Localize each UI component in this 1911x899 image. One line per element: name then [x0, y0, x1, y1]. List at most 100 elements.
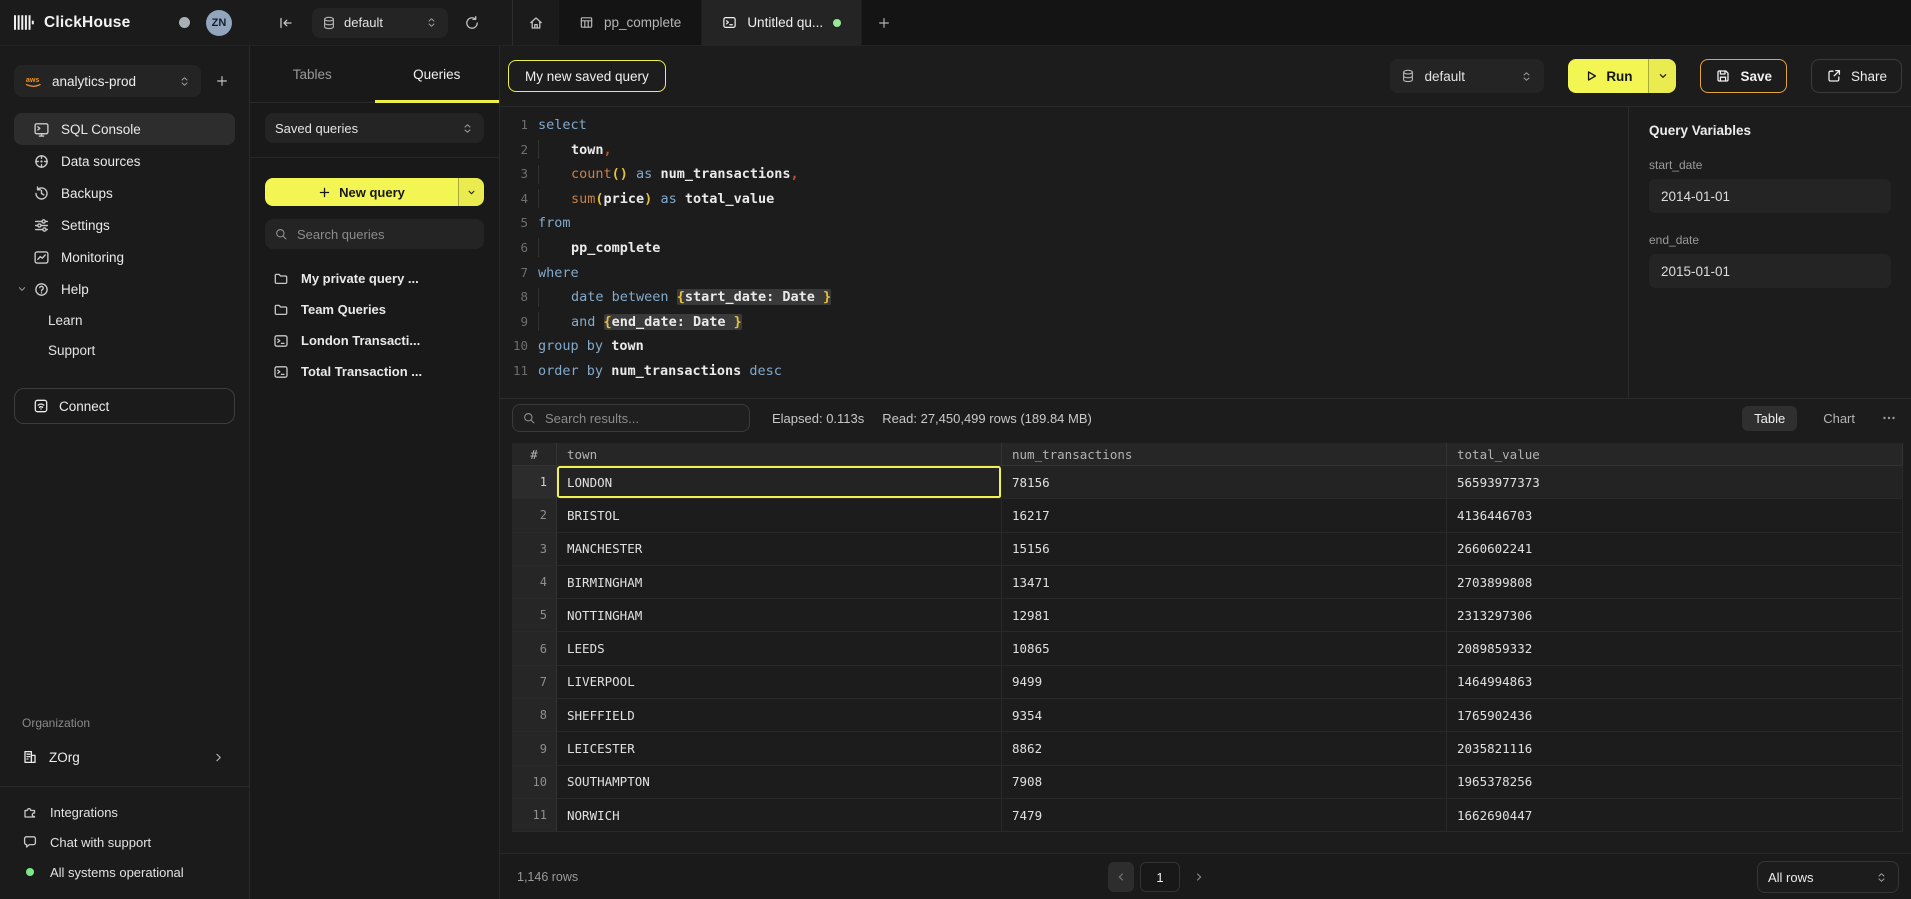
column-header-index[interactable]: # [512, 443, 557, 466]
cell-num-transactions[interactable]: 7479 [1002, 799, 1447, 832]
refresh-button[interactable] [458, 9, 486, 37]
results-more-button[interactable] [1881, 410, 1897, 426]
tab-untitled-query[interactable]: Untitled qu... [702, 0, 862, 45]
cell-total-value[interactable]: 1464994863 [1447, 666, 1903, 699]
cell-total-value[interactable]: 2313297306 [1447, 599, 1903, 632]
new-query-button[interactable]: New query [265, 178, 458, 206]
column-header-num-transactions[interactable]: num_transactions [1002, 443, 1447, 466]
cell-total-value[interactable]: 2660602241 [1447, 533, 1903, 566]
cell-town[interactable]: MANCHESTER [557, 533, 1002, 566]
list-item-team-queries[interactable]: Team Queries [265, 294, 484, 325]
table-row[interactable]: 2BRISTOL162174136446703 [512, 499, 1903, 532]
tab-tables[interactable]: Tables [250, 46, 375, 102]
cell-total-value[interactable]: 1765902436 [1447, 699, 1903, 732]
sidebar-item-backups[interactable]: Backups [14, 177, 235, 209]
sql-editor[interactable]: 1select2town,3count() as num_transaction… [500, 107, 1628, 398]
table-row[interactable]: 4BIRMINGHAM134712703899808 [512, 566, 1903, 599]
database-selector[interactable]: default [312, 8, 448, 38]
run-button[interactable]: Run [1568, 59, 1648, 93]
sidebar-item-learn[interactable]: Learn [14, 305, 235, 335]
new-tab-button[interactable] [862, 0, 906, 45]
connect-button[interactable]: Connect [14, 388, 235, 424]
cell-town[interactable]: LIVERPOOL [557, 666, 1002, 699]
cell-town[interactable]: SOUTHAMPTON [557, 766, 1002, 799]
cell-total-value[interactable]: 1965378256 [1447, 766, 1903, 799]
run-database-value: default [1424, 69, 1465, 84]
cell-total-value[interactable]: 4136446703 [1447, 499, 1903, 532]
cell-num-transactions[interactable]: 16217 [1002, 499, 1447, 532]
cell-town[interactable]: BRISTOL [557, 499, 1002, 532]
chevron-left-icon [1115, 871, 1127, 883]
tab-pp-complete[interactable]: pp_complete [559, 0, 702, 45]
cell-num-transactions[interactable]: 13471 [1002, 566, 1447, 599]
sidebar-item-sql-console[interactable]: SQL Console [14, 113, 235, 145]
sidebar-item-integrations[interactable]: Integrations [0, 797, 249, 827]
cell-num-transactions[interactable]: 7908 [1002, 766, 1447, 799]
cell-town[interactable]: LONDON [557, 466, 1002, 499]
collapse-sidebar-button[interactable] [272, 9, 300, 37]
sidebar-item-settings[interactable]: Settings [14, 209, 235, 241]
query-tab-pill[interactable]: My new saved query [508, 60, 666, 92]
cell-num-transactions[interactable]: 78156 [1002, 466, 1447, 499]
cell-num-transactions[interactable]: 12981 [1002, 599, 1447, 632]
save-button[interactable]: Save [1700, 59, 1787, 93]
cell-num-transactions[interactable]: 9354 [1002, 699, 1447, 732]
sidebar-item-chat-support[interactable]: Chat with support [0, 827, 249, 857]
tab-queries[interactable]: Queries [375, 46, 500, 102]
list-item-my-private-query[interactable]: My private query ... [265, 263, 484, 294]
run-database-selector[interactable]: default [1390, 59, 1544, 93]
table-row[interactable]: 10SOUTHAMPTON79081965378256 [512, 766, 1903, 799]
run-options-button[interactable] [1648, 59, 1676, 93]
sidebar-item-help[interactable]: Help [14, 273, 235, 305]
sidebar-item-support[interactable]: Support [14, 335, 235, 365]
search-queries-input[interactable] [295, 226, 475, 243]
cell-town[interactable]: LEEDS [557, 632, 1002, 665]
cell-total-value[interactable]: 56593977373 [1447, 466, 1903, 499]
next-page-button[interactable] [1186, 862, 1212, 892]
user-avatar[interactable]: ZN [206, 10, 232, 36]
table-row[interactable]: 8SHEFFIELD93541765902436 [512, 699, 1903, 732]
cell-town[interactable]: BIRMINGHAM [557, 566, 1002, 599]
search-results-input[interactable] [543, 410, 740, 427]
share-button[interactable]: Share [1811, 59, 1902, 93]
service-selector[interactable]: analytics-prod [14, 65, 201, 97]
end-date-input[interactable] [1649, 254, 1891, 288]
list-item-london-transactions[interactable]: London Transacti... [265, 325, 484, 356]
cell-town[interactable]: LEICESTER [557, 732, 1002, 765]
table-row[interactable]: 3MANCHESTER151562660602241 [512, 533, 1903, 566]
saved-queries-selector[interactable]: Saved queries [265, 113, 484, 143]
table-row[interactable]: 9LEICESTER88622035821116 [512, 732, 1903, 765]
list-item-total-transactions[interactable]: Total Transaction ... [265, 356, 484, 387]
table-row[interactable]: 11NORWICH74791662690447 [512, 799, 1903, 832]
home-button[interactable] [513, 15, 559, 31]
table-row[interactable]: 5NOTTINGHAM129812313297306 [512, 599, 1903, 632]
cell-total-value[interactable]: 2089859332 [1447, 632, 1903, 665]
cell-total-value[interactable]: 1662690447 [1447, 799, 1903, 832]
cell-town[interactable]: NOTTINGHAM [557, 599, 1002, 632]
table-row[interactable]: 7LIVERPOOL94991464994863 [512, 666, 1903, 699]
start-date-input[interactable] [1649, 179, 1891, 213]
table-row[interactable]: 1LONDON7815656593977373 [512, 466, 1903, 499]
cell-town[interactable]: SHEFFIELD [557, 699, 1002, 732]
add-service-button[interactable] [209, 68, 235, 94]
cell-num-transactions[interactable]: 15156 [1002, 533, 1447, 566]
previous-page-button[interactable] [1108, 862, 1134, 892]
page-number-box[interactable]: 1 [1140, 862, 1180, 892]
cell-total-value[interactable]: 2703899808 [1447, 566, 1903, 599]
cell-town[interactable]: NORWICH [557, 799, 1002, 832]
column-header-town[interactable]: town [557, 443, 1002, 466]
sidebar-item-monitoring[interactable]: Monitoring [14, 241, 235, 273]
view-tab-table[interactable]: Table [1742, 406, 1797, 431]
table-row[interactable]: 6LEEDS108652089859332 [512, 632, 1903, 665]
system-status-link[interactable]: All systems operational [0, 857, 249, 887]
new-query-dropdown-button[interactable] [458, 178, 484, 206]
organization-switcher[interactable]: ZOrg [14, 740, 235, 774]
sidebar-item-data-sources[interactable]: Data sources [14, 145, 235, 177]
cell-num-transactions[interactable]: 8862 [1002, 732, 1447, 765]
cell-num-transactions[interactable]: 10865 [1002, 632, 1447, 665]
column-header-total-value[interactable]: total_value [1447, 443, 1903, 466]
cell-num-transactions[interactable]: 9499 [1002, 666, 1447, 699]
page-size-selector[interactable]: All rows [1757, 861, 1899, 893]
cell-total-value[interactable]: 2035821116 [1447, 732, 1903, 765]
view-tab-chart[interactable]: Chart [1811, 406, 1867, 431]
